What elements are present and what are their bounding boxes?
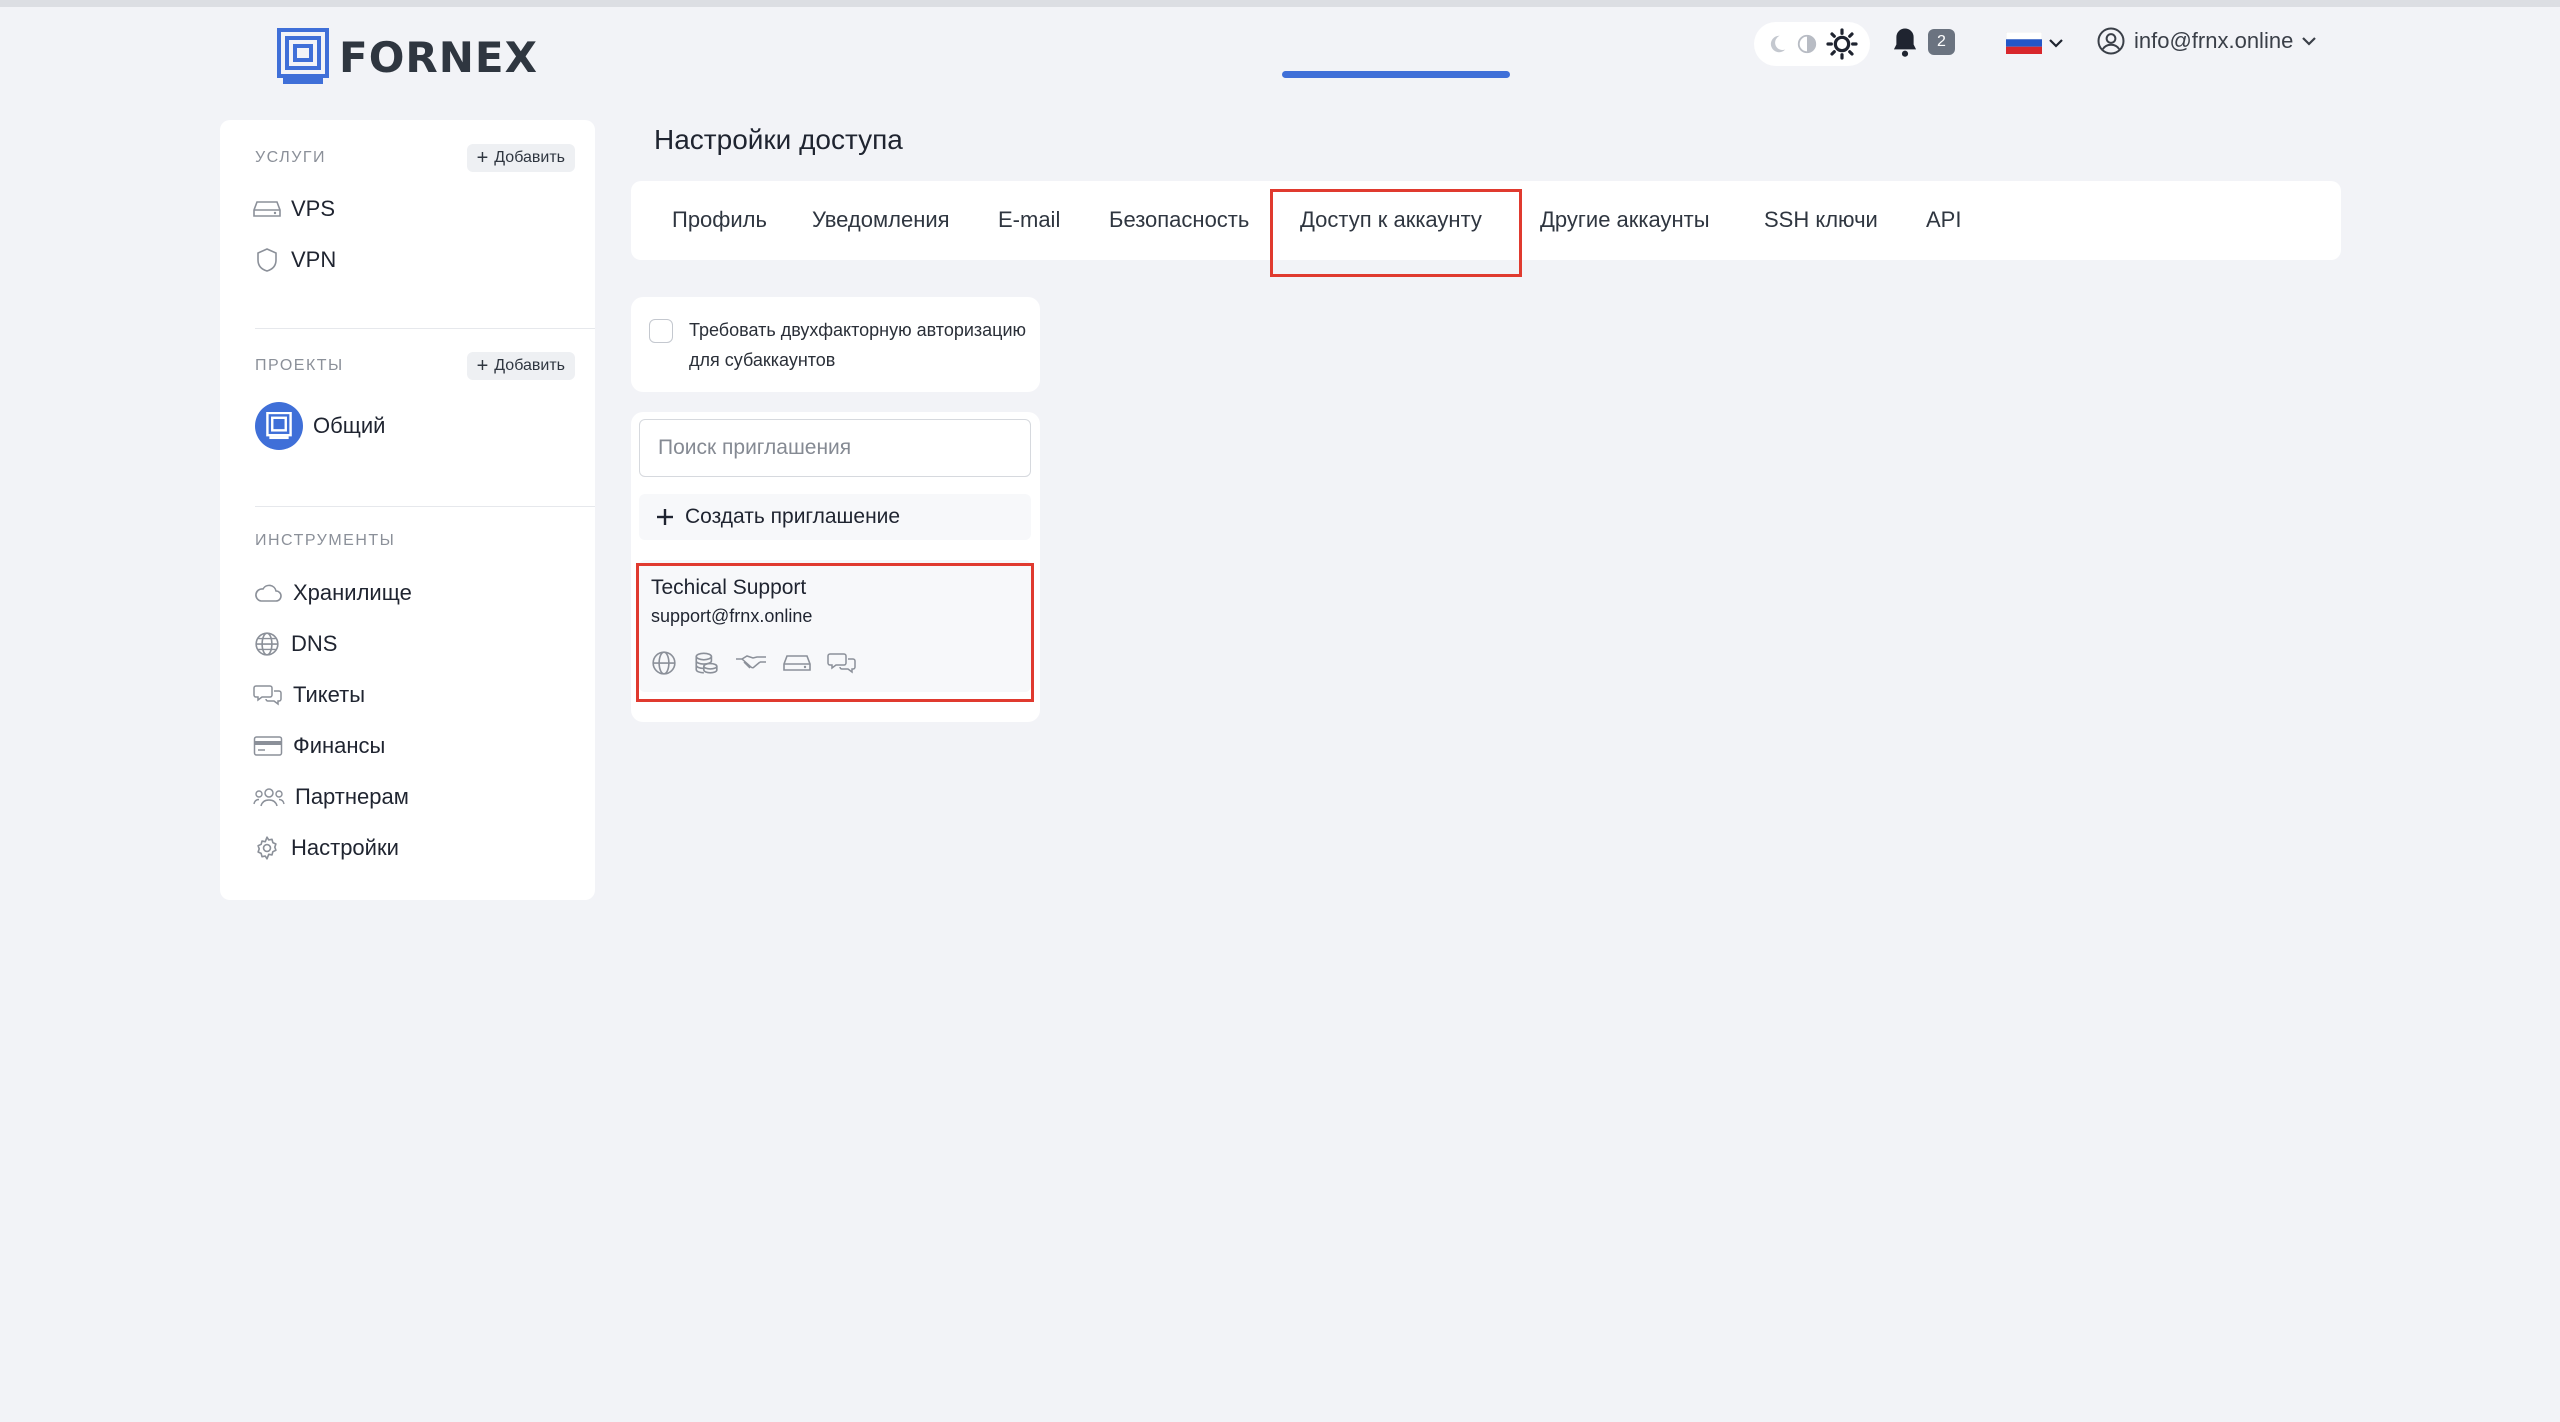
add-service-button[interactable]: + Добавить xyxy=(466,144,575,172)
russian-flag-icon xyxy=(2006,32,2042,54)
divider xyxy=(255,506,595,507)
gear-icon xyxy=(257,836,277,860)
user-circle-icon xyxy=(2097,27,2125,55)
user-menu[interactable]: info@frnx.online xyxy=(2096,26,2317,56)
page-title: Настройки доступа xyxy=(654,124,903,155)
theme-switch[interactable] xyxy=(1754,22,1870,66)
twofa-checkbox[interactable] xyxy=(649,319,673,343)
tab-other-accounts[interactable]: Другие аккаунты xyxy=(1540,207,1710,233)
shield-icon xyxy=(257,248,277,272)
logo-text: FORNEX xyxy=(339,32,538,82)
sidebar-item-project-general[interactable]: Общий xyxy=(255,402,385,450)
notifications[interactable]: 2 xyxy=(1890,26,1955,58)
notifications-badge: 2 xyxy=(1928,29,1955,55)
project-avatar-icon xyxy=(255,402,303,450)
chat-icon xyxy=(253,685,282,706)
projects-title: ПРОЕКТЫ xyxy=(255,357,344,374)
server-icon xyxy=(253,201,281,217)
invitation-search-input[interactable] xyxy=(639,419,1031,477)
tab-email[interactable]: E-mail xyxy=(998,207,1060,233)
tools-title: ИНСТРУМЕНТЫ xyxy=(255,532,396,549)
tab-api[interactable]: API xyxy=(1926,207,1961,233)
tab-ssh-keys[interactable]: SSH ключи xyxy=(1764,207,1878,233)
tools-header: ИНСТРУМЕНТЫ xyxy=(255,532,575,550)
active-tab-indicator xyxy=(1282,71,1510,78)
sidebar: УСЛУГИ + Добавить VPS VPN ПРОЕКТЫ + Добави… xyxy=(220,120,595,900)
globe-icon xyxy=(255,632,279,656)
sidebar-item-dns[interactable]: DNS xyxy=(253,631,337,657)
add-project-button[interactable]: + Добавить xyxy=(466,352,575,380)
top-strip xyxy=(0,0,2560,7)
projects-header: ПРОЕКТЫ + Добавить xyxy=(255,352,575,380)
plus-icon xyxy=(657,509,673,525)
users-icon xyxy=(253,788,285,807)
create-invitation-button[interactable]: Создать приглашение xyxy=(639,494,1031,540)
sidebar-item-partners[interactable]: Партнерам xyxy=(253,784,409,810)
services-header: УСЛУГИ + Добавить xyxy=(255,144,575,172)
user-email: info@frnx.online xyxy=(2134,28,2294,53)
sun-icon[interactable] xyxy=(1826,28,1858,60)
twofa-label: Требовать двухфакторную авторизацию для … xyxy=(689,320,1027,370)
cloud-icon xyxy=(255,584,282,602)
tab-profile[interactable]: Профиль xyxy=(672,207,767,233)
sidebar-item-settings[interactable]: Настройки xyxy=(253,835,399,861)
logo[interactable]: FORNEX xyxy=(277,28,538,86)
moon-icon[interactable] xyxy=(1766,33,1788,55)
language-selector[interactable] xyxy=(2006,32,2064,54)
chevron-down-icon xyxy=(2049,39,2063,48)
sidebar-item-vps[interactable]: VPS xyxy=(253,196,335,222)
card-icon xyxy=(253,736,283,756)
tab-notifications[interactable]: Уведомления xyxy=(812,207,950,233)
sidebar-item-tickets[interactable]: Тикеты xyxy=(253,682,365,708)
services-title: УСЛУГИ xyxy=(255,149,327,166)
bell-icon[interactable] xyxy=(1890,26,1920,58)
sidebar-item-storage[interactable]: Хранилище xyxy=(253,580,412,606)
highlight-box-invitation xyxy=(636,563,1034,702)
divider xyxy=(255,328,595,329)
twofa-card: Требовать двухфакторную авторизацию для … xyxy=(631,297,1040,392)
auto-theme-icon[interactable] xyxy=(1796,33,1818,55)
sidebar-item-finance[interactable]: Финансы xyxy=(253,733,385,759)
sidebar-item-vpn[interactable]: VPN xyxy=(253,247,336,273)
chevron-down-icon xyxy=(2302,37,2317,46)
logo-icon xyxy=(277,28,329,84)
tab-security[interactable]: Безопасность xyxy=(1109,207,1249,233)
highlight-box-tab xyxy=(1270,189,1522,277)
